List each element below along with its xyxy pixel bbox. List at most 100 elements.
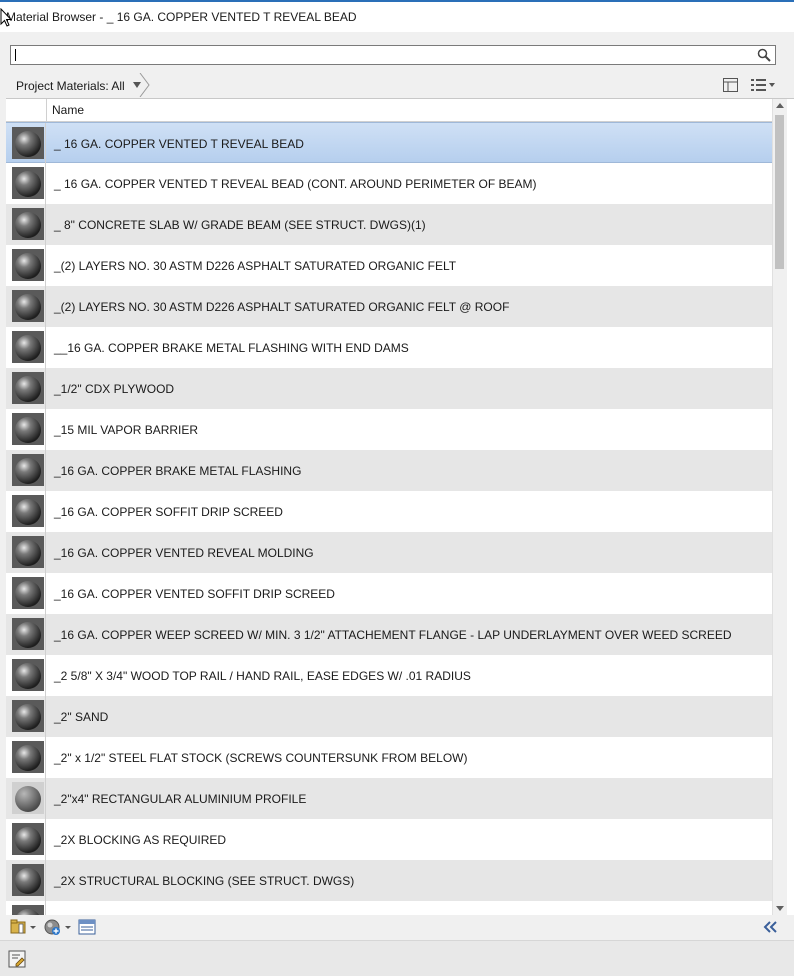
material-row[interactable] [6,901,772,915]
list-header: Name [6,99,772,122]
bottom-toolbar [6,916,794,938]
material-name: _16 GA. COPPER BRAKE METAL FLASHING [54,464,302,478]
name-column-header[interactable]: Name [52,103,84,117]
material-row[interactable]: _1/2" CDX PLYWOOD [6,368,772,409]
material-row[interactable]: _2"x4" RECTANGULAR ALUMINIUM PROFILE [6,778,772,819]
material-row[interactable]: _(2) LAYERS NO. 30 ASTM D226 ASPHALT SAT… [6,245,772,286]
swatch-cell [6,163,46,204]
material-swatch-icon [12,536,44,568]
material-name: _2 5/8" X 3/4" WOOD TOP RAIL / HAND RAIL… [54,669,471,683]
window-title: Material Browser - _ 16 GA. COPPER VENTE… [6,10,357,24]
edit-material-icon[interactable] [8,950,26,968]
swatch-cell [6,655,46,696]
material-swatch-icon [12,495,44,527]
material-name: _16 GA. COPPER WEEP SCREED W/ MIN. 3 1/2… [54,628,732,642]
status-bar [0,940,794,976]
material-swatch-icon [12,864,44,896]
search-input[interactable] [13,47,753,63]
material-row[interactable]: __16 GA. COPPER BRAKE METAL FLASHING WIT… [6,327,772,368]
material-row[interactable]: _16 GA. COPPER VENTED REVEAL MOLDING [6,532,772,573]
swatch-cell [6,368,46,409]
material-row[interactable]: _2X BLOCKING AS REQUIRED [6,819,772,860]
material-name: _(2) LAYERS NO. 30 ASTM D226 ASPHALT SAT… [54,259,457,273]
material-rows: _ 16 GA. COPPER VENTED T REVEAL BEAD _ 16… [6,122,772,915]
material-row[interactable]: _(2) LAYERS NO. 30 ASTM D226 ASPHALT SAT… [6,286,772,327]
material-row[interactable]: _2" x 1/2" STEEL FLAT STOCK (SCREWS COUN… [6,737,772,778]
material-row[interactable]: _2X STRUCTURAL BLOCKING (SEE STRUCT. DWG… [6,860,772,901]
double-chevron-left-icon[interactable] [762,919,778,935]
material-name: _16 GA. COPPER VENTED SOFFIT DRIP SCREED [54,587,335,601]
material-row[interactable]: _2 5/8" X 3/4" WOOD TOP RAIL / HAND RAIL… [6,655,772,696]
material-row[interactable]: _16 GA. COPPER WEEP SCREED W/ MIN. 3 1/2… [6,614,772,655]
material-row[interactable]: _2" SAND [6,696,772,737]
material-row[interactable]: _15 MIL VAPOR BARRIER [6,409,772,450]
swatch-cell [6,532,46,573]
material-row[interactable]: _ 8" CONCRETE SLAB W/ GRADE BEAM (SEE ST… [6,204,772,245]
material-swatch-icon [12,618,44,650]
text-caret [15,49,16,61]
material-name: _2"x4" RECTANGULAR ALUMINIUM PROFILE [54,792,307,806]
material-name: _2X BLOCKING AS REQUIRED [54,833,227,847]
swatch-cell [6,204,46,245]
material-swatch-icon [12,127,44,159]
material-name: _2X STRUCTURAL BLOCKING (SEE STRUCT. DWG… [54,874,355,888]
material-swatch-icon [12,413,44,445]
swatch-cell [6,901,46,915]
material-swatch-icon [12,454,44,486]
swatch-cell [6,819,46,860]
swatch-cell [6,491,46,532]
material-name: _ 8" CONCRETE SLAB W/ GRADE BEAM (SEE ST… [54,218,426,232]
library-icon[interactable] [10,919,38,935]
material-row[interactable]: _16 GA. COPPER BRAKE METAL FLASHING [6,450,772,491]
material-row[interactable]: _ 16 GA. COPPER VENTED T REVEAL BEAD (CO… [6,163,772,204]
material-name: _2" x 1/2" STEEL FLAT STOCK (SCREWS COUN… [54,751,468,765]
scroll-up-arrow-icon[interactable] [776,103,784,108]
create-material-icon[interactable] [44,919,74,935]
project-materials-filter[interactable]: Project Materials: All [6,73,152,97]
swatch-cell [6,409,46,450]
material-name: _(2) LAYERS NO. 30 ASTM D226 ASPHALT SAT… [54,300,510,314]
material-name: _16 GA. COPPER SOFFIT DRIP SCREED [54,505,283,519]
swatch-cell [6,327,46,368]
list-view-icon[interactable] [750,77,776,93]
title-bar[interactable]: Material Browser - _ 16 GA. COPPER VENTE… [0,2,794,32]
material-name: _15 MIL VAPOR BARRIER [54,423,199,437]
swatch-cell [6,450,46,491]
material-swatch-icon [12,167,44,199]
material-swatch-icon [12,823,44,855]
filter-bar: Project Materials: All [6,73,794,97]
material-swatch-icon [12,782,44,814]
material-name: _1/2" CDX PLYWOOD [54,382,175,396]
material-row[interactable]: _16 GA. COPPER VENTED SOFFIT DRIP SCREED [6,573,772,614]
material-swatch-icon [12,249,44,281]
vertical-scrollbar[interactable] [772,99,787,915]
material-name: _16 GA. COPPER VENTED REVEAL MOLDING [54,546,314,560]
material-swatch-icon [12,577,44,609]
filter-label: Project Materials: All [16,79,125,93]
material-name: _2" SAND [54,710,109,724]
material-swatch-icon [12,905,44,915]
swatch-cell [6,614,46,655]
material-editor-toggle-icon[interactable] [78,919,96,935]
material-swatch-icon [12,290,44,322]
material-row[interactable]: _ 16 GA. COPPER VENTED T REVEAL BEAD [6,122,772,164]
swatch-cell [6,245,46,286]
scrollbar-thumb[interactable] [775,115,784,269]
material-list: Name _ 16 GA. COPPER VENTED T REVEAL BEA… [6,98,794,915]
panel-layout-icon[interactable] [722,77,740,93]
material-row[interactable]: _16 GA. COPPER SOFFIT DRIP SCREED [6,491,772,532]
mouse-cursor-icon [0,8,12,27]
material-swatch-icon [12,659,44,691]
swatch-cell [6,286,46,327]
material-name: __16 GA. COPPER BRAKE METAL FLASHING WIT… [54,341,409,355]
swatch-cell [6,778,46,819]
scroll-down-arrow-icon[interactable] [776,906,784,911]
material-swatch-icon [12,208,44,240]
material-name: _ 16 GA. COPPER VENTED T REVEAL BEAD (CO… [54,177,537,191]
swatch-cell [6,123,46,164]
material-swatch-icon [12,372,44,404]
swatch-cell [6,696,46,737]
swatch-cell [6,860,46,901]
search-field[interactable] [10,45,776,65]
search-icon[interactable] [757,48,771,62]
